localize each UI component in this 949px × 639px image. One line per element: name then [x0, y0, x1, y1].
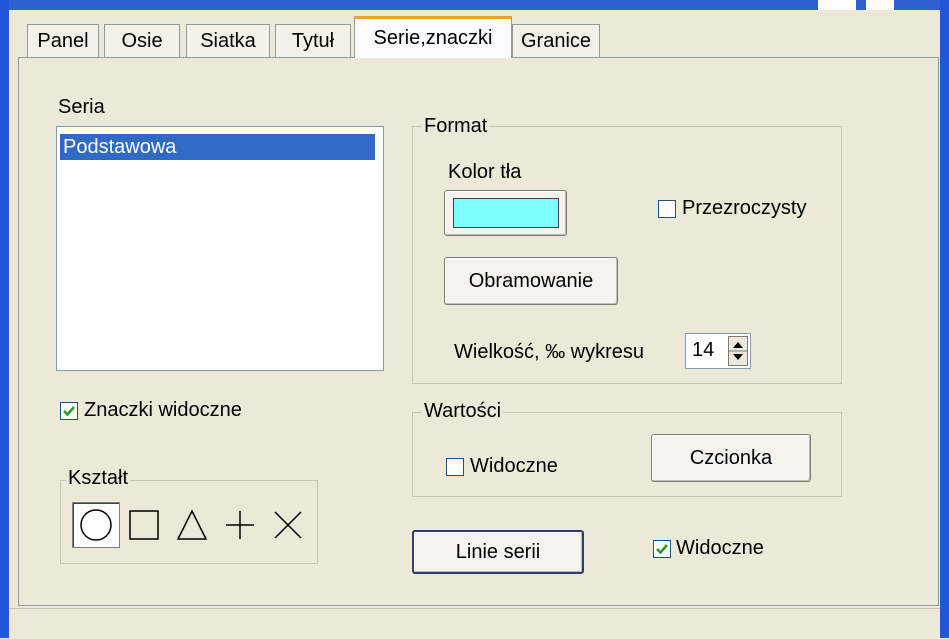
button-label: Czcionka — [689, 446, 773, 469]
values-visible-checkbox[interactable] — [446, 458, 464, 476]
window-right-border — [940, 0, 949, 638]
series-lines-visible-label: Widoczne — [676, 537, 764, 559]
shape-group-legend: Kształt — [66, 467, 131, 490]
transparent-checkbox[interactable] — [658, 200, 676, 218]
spinner-arrows-icon — [729, 342, 747, 360]
tab-label: Siatka — [200, 29, 256, 52]
size-spinner[interactable]: 14 — [685, 333, 751, 369]
tab-granice[interactable]: Granice — [512, 24, 600, 57]
series-label: Seria — [58, 96, 105, 118]
cross-icon[interactable] — [264, 502, 312, 548]
tab-label: Tytuł — [291, 29, 335, 52]
series-listbox[interactable]: Podstawowa — [56, 126, 384, 371]
tab-label: Osie — [121, 29, 163, 52]
tab-siatka[interactable]: Siatka — [186, 24, 270, 57]
size-label: Wielkość, ‰ wykresu — [454, 341, 645, 363]
tab-label: Granice — [520, 29, 592, 52]
font-button[interactable]: Czcionka — [651, 434, 811, 482]
window-titlebar-strip — [0, 0, 949, 10]
tab-tytul[interactable]: Tytuł — [275, 24, 351, 57]
series-lines-button[interactable]: Linie serii — [412, 530, 584, 574]
tab-label: Panel — [37, 29, 89, 52]
format-group-legend: Format — [422, 115, 490, 138]
series-list-item[interactable]: Podstawowa — [60, 134, 375, 160]
plus-icon[interactable] — [216, 502, 264, 548]
size-value: 14 — [692, 339, 715, 361]
markers-visible-label: Znaczki widoczne — [84, 399, 242, 421]
tab-label: Serie,znaczki — [373, 27, 493, 49]
button-label: Obramowanie — [468, 269, 594, 292]
bg-color-button[interactable] — [444, 190, 567, 236]
titlebar-button-area — [866, 0, 894, 10]
square-icon[interactable] — [120, 502, 168, 548]
status-strip — [9, 608, 940, 639]
checkmark-icon — [63, 406, 75, 417]
circle-icon[interactable] — [72, 502, 120, 548]
tab-osie[interactable]: Osie — [104, 24, 180, 57]
markers-visible-checkbox[interactable] — [60, 402, 78, 420]
shape-selector[interactable] — [72, 502, 316, 548]
checkmark-icon — [656, 544, 668, 555]
color-swatch — [452, 198, 559, 228]
window-left-border — [0, 0, 9, 638]
transparent-label: Przezroczysty — [682, 197, 807, 219]
button-label: Linie serii — [455, 540, 541, 563]
tab-serie-znaczki[interactable]: Serie,znaczki — [354, 16, 512, 58]
tab-panel[interactable]: Panel — [27, 24, 99, 57]
values-visible-label: Widoczne — [470, 455, 558, 477]
bg-color-label: Kolor tła — [448, 161, 522, 183]
titlebar-button-area — [818, 0, 856, 10]
triangle-icon[interactable] — [168, 502, 216, 548]
series-lines-visible-checkbox[interactable] — [653, 540, 671, 558]
spinner-buttons[interactable] — [728, 336, 748, 366]
border-button[interactable]: Obramowanie — [444, 257, 618, 305]
values-group-legend: Wartości — [422, 400, 504, 423]
